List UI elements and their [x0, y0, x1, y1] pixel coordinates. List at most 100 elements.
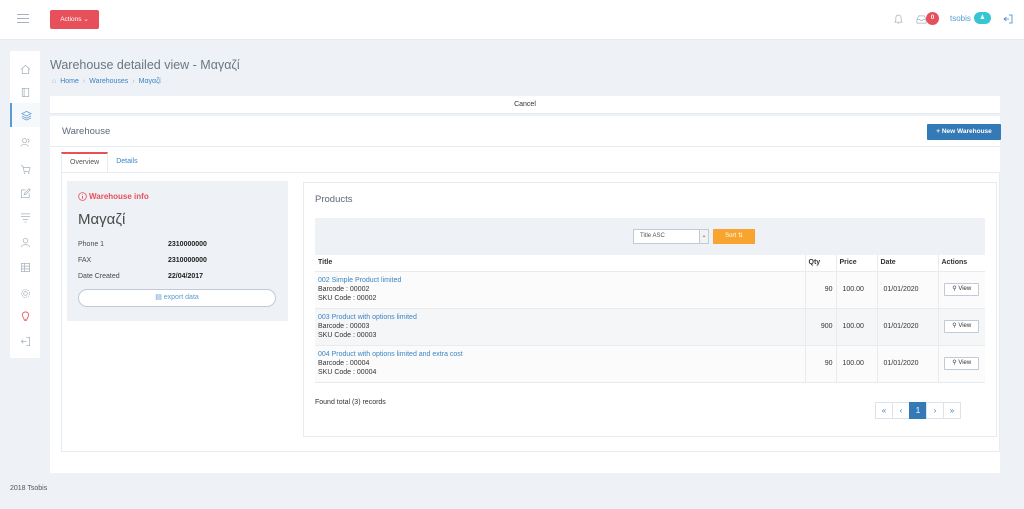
- edit-icon: [20, 187, 31, 198]
- product-link[interactable]: 004 Product with options limited and ext…: [318, 350, 802, 359]
- column-header-price[interactable]: Price: [835, 255, 877, 272]
- book-icon: [21, 87, 29, 97]
- sidebar-item-logout[interactable]: [10, 329, 40, 353]
- info-value: 2310000000: [168, 257, 207, 264]
- page-1-button[interactable]: 1: [909, 402, 927, 419]
- product-sku: SKU Code : 00004: [318, 369, 377, 376]
- sort-button[interactable]: Sort ⇅: [713, 229, 755, 244]
- page-last-button[interactable]: »: [943, 402, 961, 419]
- product-link[interactable]: 002 Simple Product limited: [318, 276, 802, 285]
- product-price: 100.00: [835, 271, 877, 309]
- product-cell: 002 Simple Product limited Barcode : 000…: [315, 271, 805, 309]
- products-section: Products Title ASC ⌄ Sort ⇅ Title Qty Pr…: [303, 182, 997, 437]
- search-icon: ⚲: [952, 323, 957, 329]
- product-date: 01/01/2020: [876, 308, 938, 346]
- breadcrumb: ⌂ Home › Warehouses › Μαγαζί: [52, 78, 161, 85]
- actions-label: Actions: [60, 16, 82, 23]
- tab-overview[interactable]: Overview: [61, 152, 109, 172]
- product-cell: 003 Product with options limited Barcode…: [315, 308, 805, 346]
- sidebar-item-cart[interactable]: [10, 157, 40, 181]
- product-qty: 90: [804, 271, 836, 309]
- view-button[interactable]: ⚲ View: [944, 357, 980, 370]
- actions-button[interactable]: Actions ⌄: [50, 10, 99, 29]
- sidebar-item-customers[interactable]: [10, 230, 40, 254]
- sidebar-item-reports[interactable]: [10, 255, 40, 279]
- bell-icon[interactable]: [894, 14, 903, 25]
- products-title: Products: [315, 194, 353, 205]
- table-row: 003 Product with options limited Barcode…: [315, 308, 985, 346]
- chevron-down-icon: ⌄: [83, 16, 89, 23]
- export-data-button[interactable]: ▤ export data: [78, 289, 276, 307]
- view-button[interactable]: ⚲ View: [944, 320, 980, 333]
- column-header-actions: Actions: [937, 255, 985, 272]
- home-icon: ⌂: [52, 78, 57, 85]
- product-link[interactable]: 003 Product with options limited: [318, 313, 802, 322]
- home-icon: [20, 64, 30, 74]
- comments-icon: [20, 212, 30, 222]
- logout-icon[interactable]: [1003, 14, 1013, 24]
- page-first-button[interactable]: «: [875, 402, 893, 419]
- sidebar-item-home[interactable]: [10, 57, 40, 81]
- info-label: Date Created: [78, 273, 120, 280]
- chevron-down-icon: ⌄: [699, 230, 708, 243]
- breadcrumb-warehouses[interactable]: Warehouses: [89, 78, 128, 85]
- table-row: 002 Simple Product limited Barcode : 000…: [315, 271, 985, 309]
- products-table: Title Qty Price Date Actions 002 Simple …: [315, 255, 985, 383]
- tab-details[interactable]: Details: [108, 152, 145, 172]
- info-value: 22/04/2017: [168, 273, 204, 280]
- breadcrumb-current[interactable]: Μαγαζί: [139, 78, 161, 85]
- sidebar-item-comments[interactable]: [10, 205, 40, 229]
- view-button[interactable]: ⚲ View: [944, 283, 980, 296]
- product-sku: SKU Code : 00002: [318, 295, 377, 302]
- sidebar-item-warehouses[interactable]: [10, 103, 40, 127]
- page-next-button[interactable]: ›: [926, 402, 944, 419]
- info-heading: Warehouse info: [78, 192, 149, 201]
- info-heading-label: Warehouse info: [89, 192, 149, 201]
- new-warehouse-button[interactable]: + New Warehouse: [927, 124, 1001, 140]
- column-header-qty[interactable]: Qty: [804, 255, 836, 272]
- product-cell: 004 Product with options limited and ext…: [315, 345, 805, 383]
- cancel-button[interactable]: Cancel: [50, 96, 1000, 114]
- search-icon: ⚲: [952, 286, 957, 292]
- product-actions: ⚲ View: [937, 308, 985, 346]
- product-date: 01/01/2020: [876, 345, 938, 383]
- column-header-date[interactable]: Date: [876, 255, 938, 272]
- plus-icon: +: [936, 128, 940, 135]
- info-circle-icon: [78, 192, 87, 201]
- product-barcode: Barcode : 00002: [318, 286, 370, 293]
- sidebar-item-edit[interactable]: [10, 181, 40, 205]
- product-barcode: Barcode : 00003: [318, 323, 370, 330]
- tab-bar: Overview Details: [61, 152, 146, 172]
- user-avatar-icon[interactable]: ♟: [974, 12, 991, 24]
- bulb-icon: [21, 311, 29, 321]
- column-header-title[interactable]: Title: [315, 255, 805, 272]
- product-qty: 900: [804, 308, 836, 346]
- panel-title: Warehouse: [62, 126, 111, 137]
- logout-icon: [20, 336, 30, 346]
- username[interactable]: tsobis: [950, 14, 971, 23]
- users-icon: [20, 137, 29, 147]
- page-prev-button[interactable]: ‹: [892, 402, 910, 419]
- breadcrumb-home[interactable]: Home: [60, 78, 79, 85]
- view-label: View: [958, 323, 972, 329]
- sidebar-item-pages[interactable]: [10, 80, 40, 104]
- product-qty: 90: [804, 345, 836, 383]
- sidebar-item-users[interactable]: [10, 130, 40, 154]
- sort-bar: Title ASC ⌄ Sort ⇅: [315, 218, 985, 255]
- table-icon: [20, 262, 30, 272]
- user-icon: [20, 237, 30, 247]
- info-label: Phone 1: [78, 241, 105, 248]
- footer-copyright: 2018 Tsobis: [10, 485, 48, 492]
- sidebar-item-settings[interactable]: [10, 281, 40, 305]
- warehouse-name: Μαγαζί: [78, 211, 126, 228]
- product-actions: ⚲ View: [937, 271, 985, 309]
- file-icon: ▤: [155, 294, 162, 301]
- warehouse-info-card: Warehouse info Μαγαζί Phone 1 2310000000…: [67, 181, 288, 321]
- sort-select[interactable]: Title ASC ⌄: [633, 229, 709, 244]
- divider: [50, 146, 1000, 147]
- product-price: 100.00: [835, 308, 877, 346]
- menu-toggle-icon[interactable]: [17, 14, 29, 24]
- sort-label: Sort: [725, 233, 737, 239]
- sidebar-item-ideas[interactable]: [10, 304, 40, 328]
- warehouse-panel: Warehouse + New Warehouse Overview Detai…: [50, 116, 1001, 473]
